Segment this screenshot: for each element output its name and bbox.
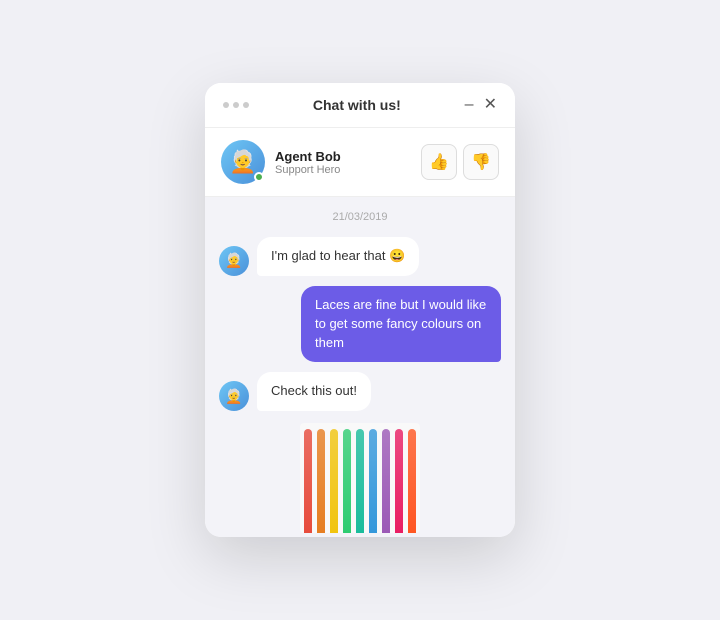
- agent-bar: 🧑‍🦳 Agent Bob Support Hero 👍 👎: [205, 128, 515, 197]
- check-this-out-text: Check this out!: [271, 383, 357, 398]
- message-row-3: 🧑‍🦳 Check this out!: [219, 372, 501, 411]
- chat-window: Chat with us! – ✕ 🧑‍🦳 Agent Bob Support …: [205, 83, 515, 537]
- laces-image-container: [219, 423, 501, 533]
- laces-image: [300, 423, 420, 533]
- lace-strand: [382, 429, 390, 533]
- thumbs-up-button[interactable]: 👍: [421, 144, 457, 180]
- online-indicator: [254, 172, 264, 182]
- agent-msg-avatar-2: 🧑‍🦳: [219, 381, 249, 411]
- close-button[interactable]: ✕: [484, 97, 497, 113]
- message-row-1: 🧑‍🦳 I'm glad to hear that 😀: [219, 237, 501, 276]
- window-dots: [223, 102, 249, 108]
- window-actions: – ✕: [465, 97, 497, 113]
- rating-buttons: 👍 👎: [421, 144, 499, 180]
- lace-strand: [395, 429, 403, 533]
- window-title: Chat with us!: [313, 97, 401, 113]
- agent-avatar-wrap: 🧑‍🦳: [221, 140, 265, 184]
- agent-bubble-1: I'm glad to hear that 😀: [257, 237, 419, 276]
- agent-role: Support Hero: [275, 164, 421, 176]
- message-row-2: Laces are fine but I would like to get s…: [219, 286, 501, 363]
- chat-body: 21/03/2019 🧑‍🦳 I'm glad to hear that 😀 L…: [205, 197, 515, 537]
- user-bubble-1: Laces are fine but I would like to get s…: [301, 286, 501, 363]
- agent-msg-avatar: 🧑‍🦳: [219, 246, 249, 276]
- dot-1: [223, 102, 229, 108]
- lace-strand: [317, 429, 325, 533]
- date-divider: 21/03/2019: [219, 211, 501, 223]
- agent-bubble-2: Check this out!: [257, 372, 371, 411]
- lace-strand: [356, 429, 364, 533]
- lace-strand: [330, 429, 338, 533]
- lace-strand: [304, 429, 312, 533]
- dot-2: [233, 102, 239, 108]
- lace-strand: [343, 429, 351, 533]
- dot-3: [243, 102, 249, 108]
- agent-info: Agent Bob Support Hero: [275, 149, 421, 176]
- lace-strand: [408, 429, 416, 533]
- laces-strands: [304, 429, 416, 533]
- lace-strand: [369, 429, 377, 533]
- thumbs-down-button[interactable]: 👎: [463, 144, 499, 180]
- title-bar: Chat with us! – ✕: [205, 83, 515, 128]
- agent-name: Agent Bob: [275, 149, 421, 164]
- minimize-button[interactable]: –: [465, 97, 474, 113]
